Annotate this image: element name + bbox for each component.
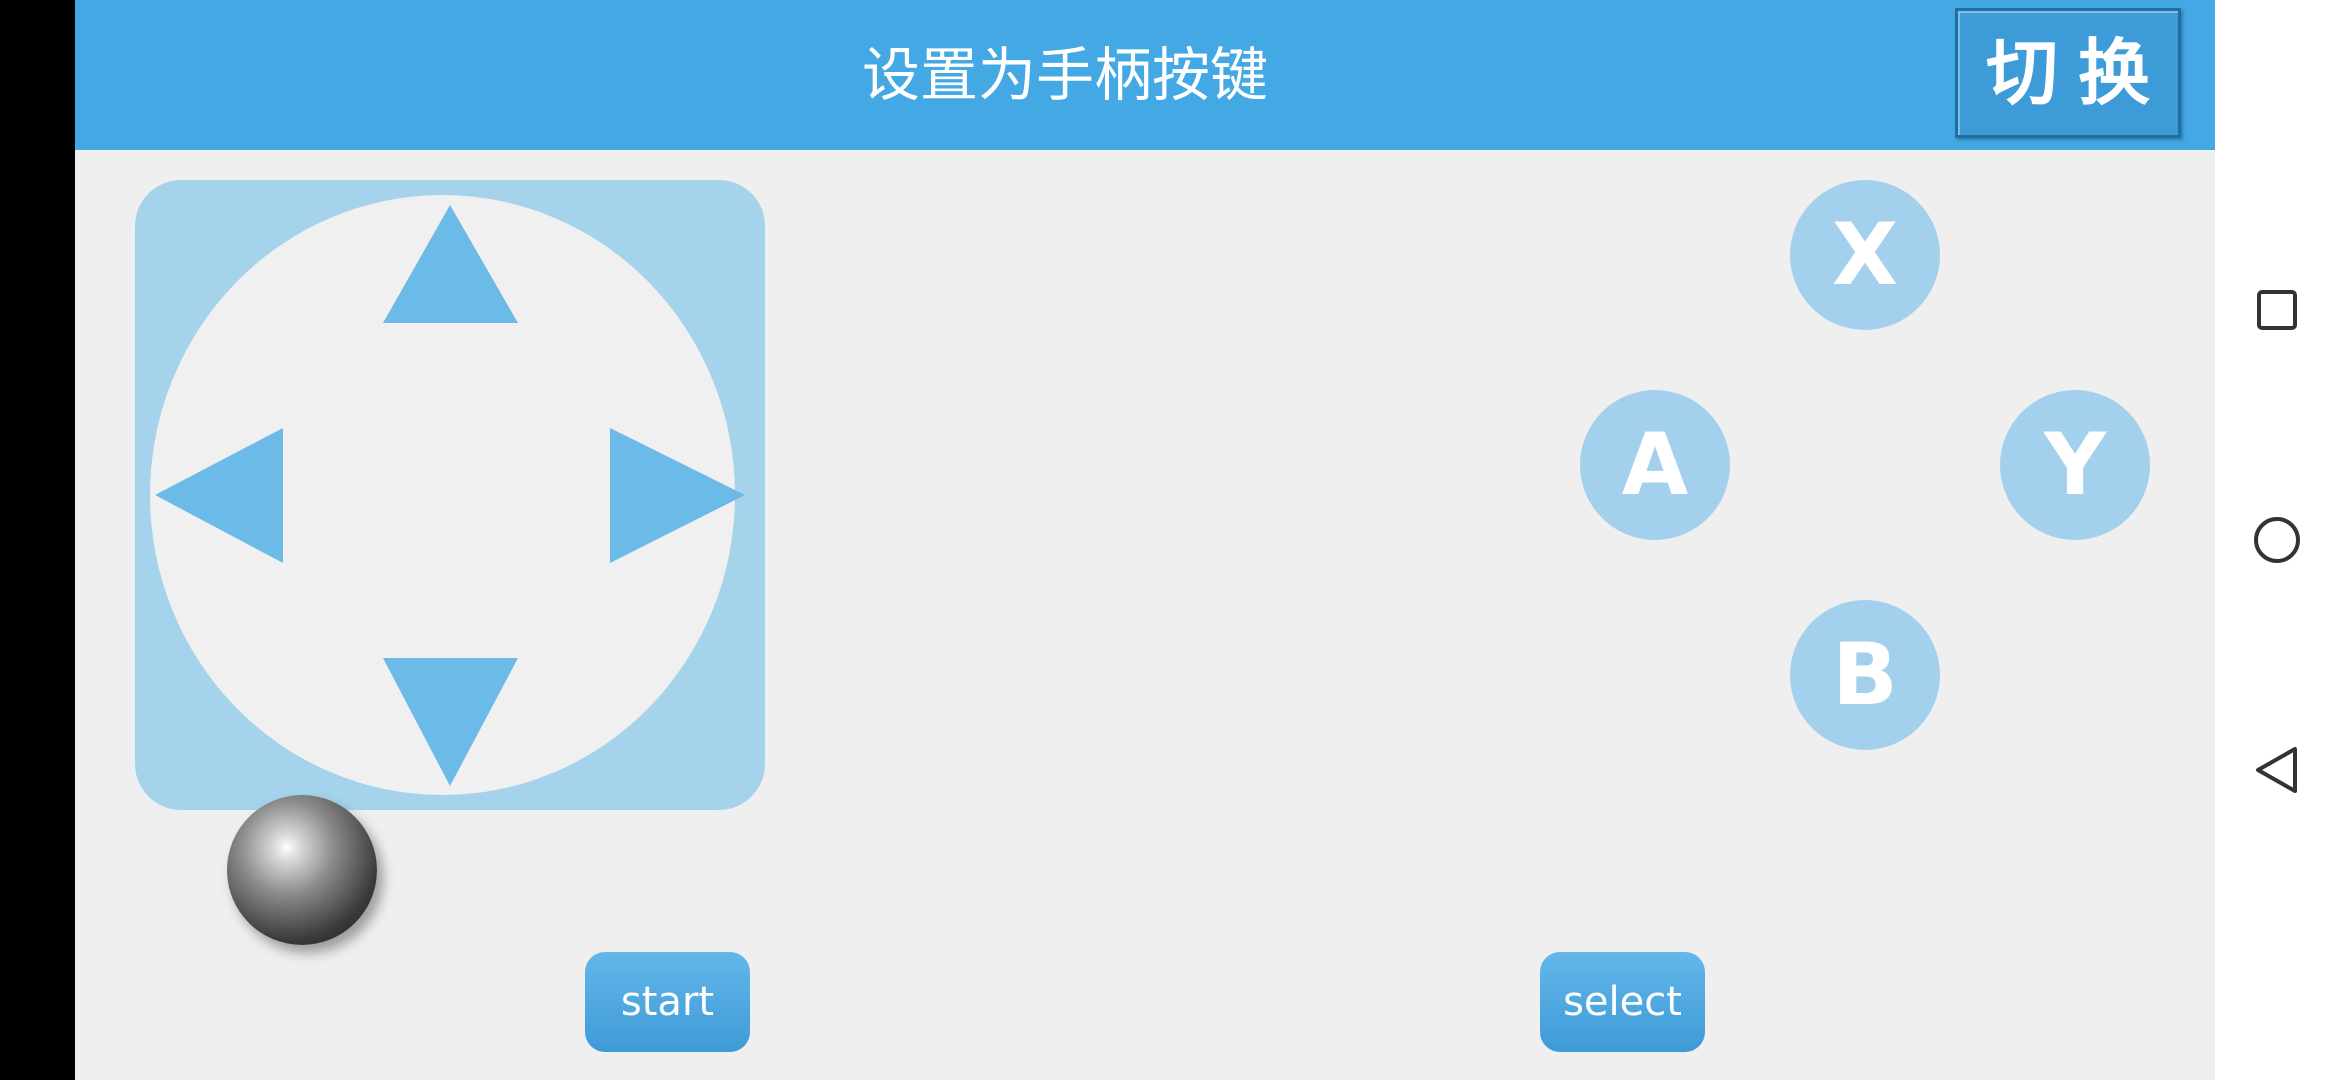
screen: 设置为手柄按键 切换 X A Y B start select [0,0,2340,1080]
dpad [135,180,765,810]
select-button[interactable]: select [1540,952,1705,1052]
system-nav-bar [2215,0,2340,1080]
title-bar: 设置为手柄按键 切换 [75,0,2215,150]
arrow-down-icon[interactable] [383,658,518,793]
gamepad-app: 设置为手柄按键 切换 X A Y B start select [75,0,2215,1080]
y-button[interactable]: Y [2000,390,2150,540]
start-button[interactable]: start [585,952,750,1052]
arrow-left-icon[interactable] [155,428,290,563]
page-title: 设置为手柄按键 [861,41,1268,109]
joystick-ball-icon[interactable] [227,795,377,945]
square-icon[interactable] [2242,275,2312,345]
x-button[interactable]: X [1790,180,1940,330]
switch-button[interactable]: 切换 [1955,8,2181,138]
b-button[interactable]: B [1790,600,1940,750]
a-button[interactable]: A [1580,390,1730,540]
arrow-up-icon[interactable] [383,205,518,340]
triangle-back-icon[interactable] [2242,735,2312,805]
circle-icon[interactable] [2242,505,2312,575]
arrow-right-icon[interactable] [610,428,745,563]
